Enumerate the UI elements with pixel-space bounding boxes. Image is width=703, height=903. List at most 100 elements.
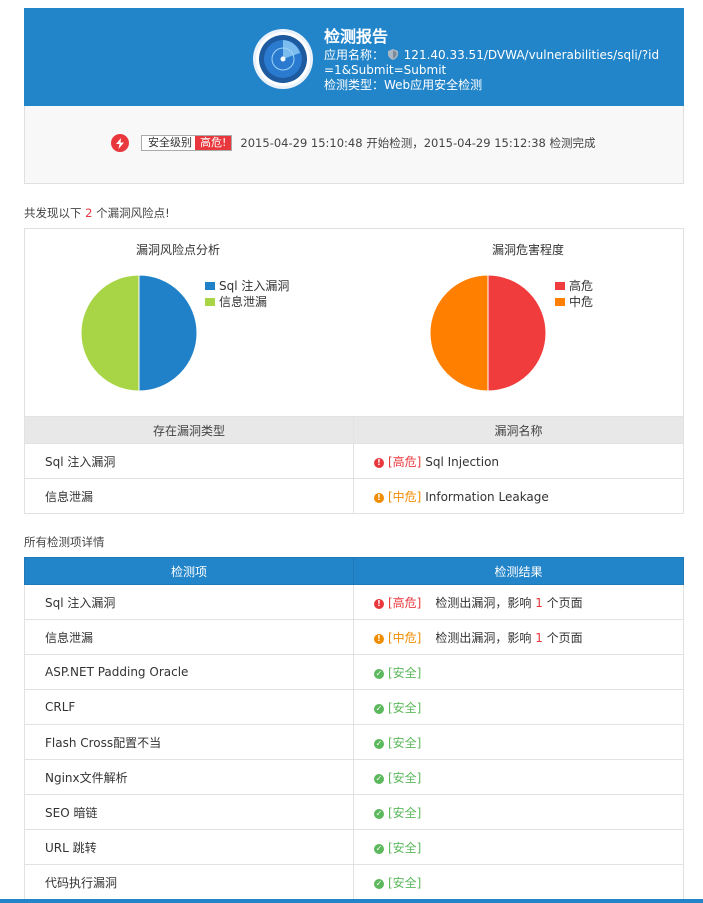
check-item: SEO 暗链 bbox=[24, 794, 354, 830]
check-circle-icon: ✓ bbox=[374, 668, 384, 679]
severity-pie-chart bbox=[429, 274, 547, 392]
check-item: URL 跳转 bbox=[24, 829, 354, 865]
check-circle-icon: ✓ bbox=[374, 808, 384, 819]
security-level-label: 安全级别 bbox=[148, 136, 192, 149]
result-prefix: 检测出漏洞，影响 bbox=[435, 630, 536, 645]
table-row: SEO 暗链 ✓ [安全] bbox=[24, 794, 684, 830]
legend-item-sql: Sql 注入漏洞 bbox=[205, 277, 289, 294]
status-tag: [高危] bbox=[388, 595, 422, 610]
check-result: ✓ [安全] bbox=[353, 829, 684, 865]
legend-item-mid: 中危 bbox=[555, 293, 593, 310]
lightning-icon bbox=[111, 134, 129, 152]
found-summary: 共发现以下 2 个漏洞风险点! bbox=[24, 205, 170, 221]
scan-type-label: 检测类型： bbox=[324, 78, 385, 92]
details-section-title: 所有检测项详情 bbox=[24, 535, 105, 549]
result-suffix: 个页面 bbox=[542, 595, 583, 610]
app-name-line: 应用名称： 121.40.33.51/DVWA/vulnerabilities/… bbox=[324, 48, 664, 78]
check-circle-icon: ✓ bbox=[374, 703, 384, 714]
check-result: ! [高危] 检测出漏洞，影响 1 个页面 bbox=[353, 584, 684, 620]
alert-icon: ! bbox=[374, 457, 384, 468]
security-level: 安全级别 高危! bbox=[141, 135, 233, 151]
details-header-result: 检测结果 bbox=[353, 557, 684, 585]
legend-swatch bbox=[555, 281, 565, 290]
radar-logo-icon bbox=[253, 29, 313, 89]
table-row: Sql 注入漏洞 ! [高危] Sql Injection bbox=[24, 443, 684, 479]
check-item: Sql 注入漏洞 bbox=[24, 584, 354, 620]
legend-item-high: 高危 bbox=[555, 277, 593, 294]
table-row: Nginx文件解析 ✓ [安全] bbox=[24, 759, 684, 795]
table-row: ASP.NET Padding Oracle ✓ [安全] bbox=[24, 654, 684, 690]
status-tag: [安全] bbox=[388, 875, 422, 890]
vuln-name-cell: ! [中危] Information Leakage bbox=[353, 478, 684, 514]
legend-label: 中危 bbox=[569, 295, 594, 309]
check-circle-icon: ✓ bbox=[374, 773, 384, 784]
pie-slice-0 bbox=[487, 274, 547, 392]
status-tag: [安全] bbox=[388, 665, 422, 680]
check-result: ✓ [安全] bbox=[353, 794, 684, 830]
table-row: 代码执行漏洞 ✓ [安全] bbox=[24, 864, 684, 900]
vuln-name: Information Leakage bbox=[425, 489, 549, 504]
status-tag: [安全] bbox=[388, 735, 422, 750]
found-prefix: 共发现以下 bbox=[24, 206, 86, 220]
check-circle-icon: ✓ bbox=[374, 878, 384, 889]
check-result: ✓ [安全] bbox=[353, 654, 684, 690]
check-item: Flash Cross配置不当 bbox=[24, 724, 354, 760]
pie-slice-1 bbox=[80, 274, 140, 392]
table-row: CRLF ✓ [安全] bbox=[24, 689, 684, 725]
check-item: 代码执行漏洞 bbox=[24, 864, 354, 900]
found-suffix: 个漏洞风险点! bbox=[92, 206, 170, 220]
bottom-bar bbox=[0, 899, 703, 903]
status-tag: [安全] bbox=[388, 770, 422, 785]
report-title: 检测报告 bbox=[324, 27, 389, 46]
check-item: ASP.NET Padding Oracle bbox=[24, 654, 354, 690]
report-header: 检测报告 应用名称： 121.40.33.51/DVWA/vulnerabili… bbox=[24, 8, 684, 106]
pie-slice-1 bbox=[429, 274, 489, 392]
chart-panel: 漏洞风险点分析 Sql 注入漏洞 信息泄漏 漏洞危害程度 高危 中危 bbox=[24, 228, 684, 416]
legend-label: 信息泄漏 bbox=[219, 295, 268, 309]
check-result: ! [中危] 检测出漏洞，影响 1 个页面 bbox=[353, 619, 684, 655]
details-table: 检测项 检测结果 Sql 注入漏洞 ! [高危] 检测出漏洞，影响 1 个页面 信息… bbox=[24, 557, 684, 900]
chart-title-risk: 漏洞风险点分析 bbox=[136, 243, 221, 257]
vuln-table: 存在漏洞类型 漏洞名称 Sql 注入漏洞 ! [高危] Sql Injection… bbox=[24, 416, 684, 514]
check-circle-icon: ✓ bbox=[374, 738, 384, 749]
scan-type-value: Web应用安全检测 bbox=[384, 78, 483, 92]
table-row: 信息泄漏 ! [中危] 检测出漏洞，影响 1 个页面 bbox=[24, 619, 684, 655]
affected-count: 1 bbox=[535, 595, 543, 610]
status-tag: [安全] bbox=[388, 840, 422, 855]
legend-item-info: 信息泄漏 bbox=[205, 293, 267, 310]
check-circle-icon: ✓ bbox=[374, 843, 384, 854]
vuln-table-header-name: 漏洞名称 bbox=[353, 416, 684, 444]
legend-swatch bbox=[205, 281, 215, 290]
scan-summary: 安全级别 高危! 2015-04-29 15:10:48 开始检测，2015-0… bbox=[24, 106, 684, 184]
result-prefix: 检测出漏洞，影响 bbox=[435, 595, 536, 610]
check-result: ✓ [安全] bbox=[353, 724, 684, 760]
scan-time: 2015-04-29 15:10:48 开始检测，2015-04-29 15:1… bbox=[240, 136, 596, 150]
vuln-name: Sql Injection bbox=[425, 454, 500, 469]
affected-count: 1 bbox=[535, 630, 543, 645]
scan-type-line: 检测类型：Web应用安全检测 bbox=[324, 78, 664, 93]
pie-slice-0 bbox=[138, 274, 198, 392]
level-tag: [中危] bbox=[388, 489, 422, 504]
table-row: 信息泄漏 ! [中危] Information Leakage bbox=[24, 478, 684, 514]
table-row: URL 跳转 ✓ [安全] bbox=[24, 829, 684, 865]
status-tag: [中危] bbox=[388, 630, 422, 645]
check-result: ✓ [安全] bbox=[353, 689, 684, 725]
check-item: Nginx文件解析 bbox=[24, 759, 354, 795]
status-tag: [安全] bbox=[388, 805, 422, 820]
warning-icon: ! bbox=[374, 633, 384, 644]
vuln-type: Sql 注入漏洞 bbox=[24, 443, 354, 479]
vuln-type: 信息泄漏 bbox=[24, 478, 354, 514]
check-item: CRLF bbox=[24, 689, 354, 725]
app-name-label: 应用名称： bbox=[324, 48, 385, 62]
check-item: 信息泄漏 bbox=[24, 619, 354, 655]
shield-icon bbox=[387, 49, 398, 60]
vuln-table-header-type: 存在漏洞类型 bbox=[24, 416, 354, 444]
table-row: Flash Cross配置不当 ✓ [安全] bbox=[24, 724, 684, 760]
chart-title-severity: 漏洞危害程度 bbox=[492, 243, 565, 257]
level-tag: [高危] bbox=[388, 454, 422, 469]
details-header-item: 检测项 bbox=[24, 557, 354, 585]
table-row: Sql 注入漏洞 ! [高危] 检测出漏洞，影响 1 个页面 bbox=[24, 584, 684, 620]
legend-label: Sql 注入漏洞 bbox=[219, 279, 290, 293]
vuln-name-cell: ! [高危] Sql Injection bbox=[353, 443, 684, 479]
legend-label: 高危 bbox=[569, 279, 594, 293]
